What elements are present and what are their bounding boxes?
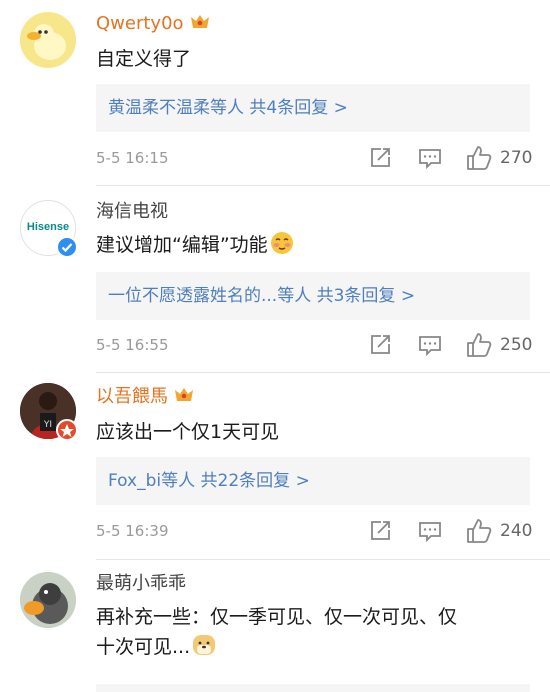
share-icon[interactable] <box>368 519 392 543</box>
doge-emoji-icon <box>193 635 216 655</box>
share-icon[interactable] <box>368 146 392 170</box>
shy-face-emoji-icon <box>270 232 293 254</box>
comment-text: 自定义得了 <box>96 48 192 70</box>
comment-text: 再补充一些：仅一季可见、仅一次可见、仅 十次可见... <box>96 606 458 658</box>
timestamp: 5-5 16:15 <box>96 149 169 167</box>
username[interactable]: Qwerty0o <box>96 12 210 36</box>
username[interactable]: 最萌小乖乖 <box>96 572 186 596</box>
username[interactable]: 海信电视 <box>96 200 168 224</box>
like-count: 240 <box>500 521 533 541</box>
comment-icon[interactable] <box>418 519 442 543</box>
like-icon[interactable] <box>466 145 492 170</box>
crown-icon <box>190 15 209 28</box>
replies-link-partial[interactable] <box>96 684 530 692</box>
vip-badge-icon <box>56 419 78 441</box>
replies-link[interactable]: 黄温柔不温柔等人 共4条回复 > <box>96 84 530 132</box>
comment-icon[interactable] <box>418 146 442 170</box>
hisense-logo: Hisense <box>26 221 70 233</box>
svg-text:YI: YI <box>43 420 52 430</box>
like-icon[interactable] <box>466 332 492 357</box>
like-icon[interactable] <box>466 518 492 543</box>
avatar[interactable] <box>20 12 76 68</box>
comment-item: 最萌小乖乖 再补充一些：仅一季可见、仅一次可见、仅 十次可见... <box>0 560 550 692</box>
comment-text: 建议增加“编辑”功能 <box>96 230 536 260</box>
comment-item: Hisense 海信电视 建议增加“编辑”功能 一位不愿透露姓名的...等人 共… <box>0 186 550 373</box>
like-count: 250 <box>500 335 533 355</box>
timestamp: 5-5 16:55 <box>96 336 169 354</box>
replies-link[interactable]: 一位不愿透露姓名的...等人 共3条回复 > <box>96 272 530 320</box>
replies-link[interactable]: Fox_bi等人 共22条回复 > <box>96 457 530 505</box>
like-count: 270 <box>500 148 533 168</box>
crown-icon <box>175 388 193 401</box>
username[interactable]: 以吾餵馬 <box>96 385 194 409</box>
avatar[interactable] <box>20 572 76 628</box>
comment-item: Qwerty0o 自定义得了 黄温柔不温柔等人 共4条回复 > 5-5 16:1… <box>0 0 550 186</box>
share-icon[interactable] <box>368 333 392 357</box>
comment-text: 应该出一个仅1天可见 <box>96 421 280 443</box>
timestamp: 5-5 16:39 <box>96 522 169 540</box>
verified-badge-icon <box>56 236 78 258</box>
comment-item: YI 以吾餵馬 应该出一个仅1天可见 Fox_bi等人 共22条回复 > 5-5… <box>0 373 550 560</box>
comment-icon[interactable] <box>418 333 442 357</box>
